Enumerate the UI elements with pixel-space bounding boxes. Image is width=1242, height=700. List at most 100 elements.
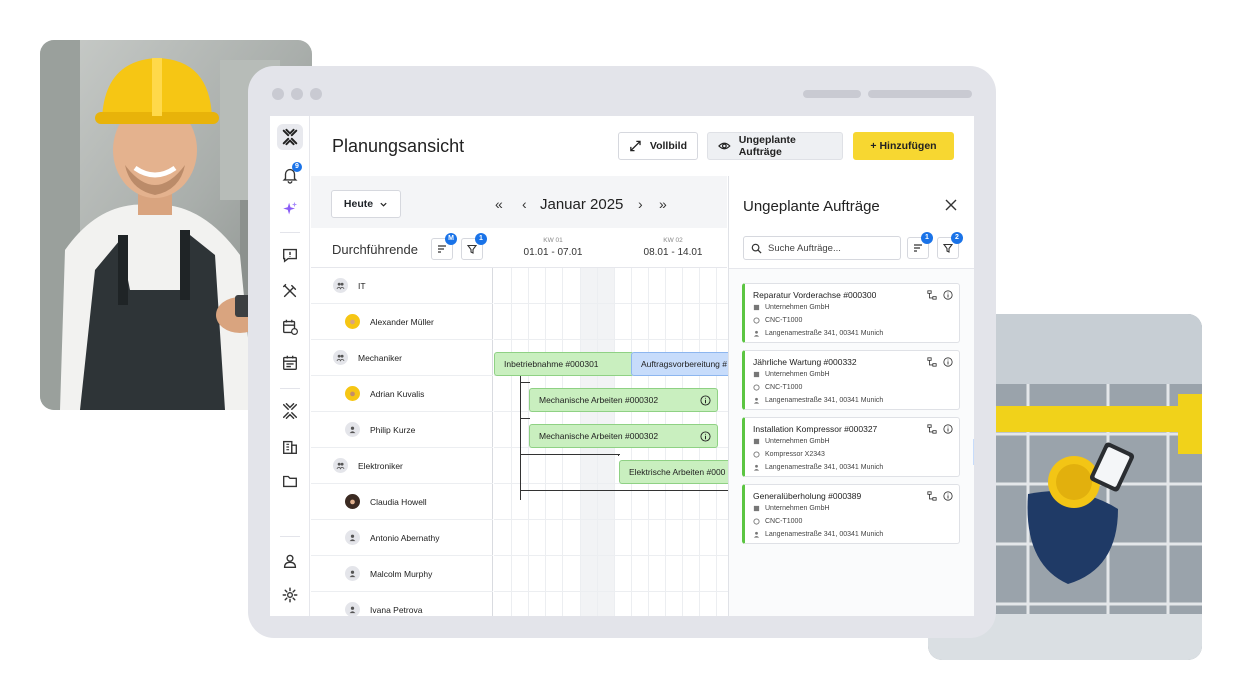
dependency-line xyxy=(520,418,530,419)
person-row[interactable]: Adrian Kuvalis xyxy=(311,376,493,412)
info-icon[interactable] xyxy=(943,290,953,300)
logo-icon[interactable] xyxy=(277,124,303,150)
asset-icon xyxy=(753,518,760,525)
sort-icon xyxy=(914,244,922,252)
person-row[interactable]: Claudia Howell xyxy=(311,484,493,520)
order-address: Langenamestraße 341, 00341 Munich xyxy=(765,330,884,337)
sidebar-divider xyxy=(280,232,300,233)
panel-sort-button[interactable]: 1 xyxy=(907,232,933,259)
calendar-icon[interactable] xyxy=(277,350,303,376)
week-number: KW 01 xyxy=(543,237,563,244)
order-card[interactable]: Generalüberholung #000389 Unternehmen Gm… xyxy=(742,484,960,544)
calendar-clock-icon[interactable] xyxy=(277,314,303,340)
filter-icon xyxy=(942,243,954,253)
task-label: Mechanische Arbeiten #000302 xyxy=(539,395,659,405)
resources-label: Durchführende xyxy=(332,242,418,257)
window-dot[interactable] xyxy=(272,88,284,100)
person-row[interactable]: Malcolm Murphy xyxy=(311,556,493,592)
resource-name: Philip Kurze xyxy=(370,424,416,435)
page-title: Planungsansicht xyxy=(332,136,465,156)
info-icon[interactable] xyxy=(943,491,953,501)
user-icon[interactable] xyxy=(277,548,303,574)
dependency-line xyxy=(520,382,530,383)
fullscreen-label: Vollbild xyxy=(649,140,687,152)
group-icon xyxy=(333,458,348,473)
info-icon[interactable] xyxy=(943,357,953,367)
gear-icon[interactable] xyxy=(277,582,303,608)
hierarchy-icon[interactable] xyxy=(927,357,937,367)
resource-name: Adrian Kuvalis xyxy=(370,388,425,399)
building-icon xyxy=(753,371,760,378)
sparkle-icon[interactable] xyxy=(277,196,303,222)
person-icon xyxy=(753,531,760,538)
person-row[interactable]: Philip Kurze xyxy=(311,412,493,448)
address-bar-placeholder xyxy=(803,90,861,98)
folder-icon[interactable] xyxy=(277,468,303,494)
resources-sort-button[interactable]: M xyxy=(431,233,457,260)
info-icon[interactable] xyxy=(700,395,711,406)
prev-month-icon[interactable]: « xyxy=(495,196,503,212)
info-icon[interactable] xyxy=(700,431,711,442)
resource-name: Alexander Müller xyxy=(370,316,434,327)
order-asset: Kompressor X2343 xyxy=(765,451,825,458)
task-label: Inbetriebnahme #000301 xyxy=(504,359,599,369)
user-icon xyxy=(345,566,360,581)
panel-filter-button[interactable]: 2 xyxy=(937,232,963,259)
bell-icon[interactable]: 9 xyxy=(277,162,303,188)
task-bar[interactable]: Mechanische Arbeiten #000302 xyxy=(529,424,718,448)
add-label: + Hinzufügen xyxy=(870,140,937,152)
hierarchy-icon[interactable] xyxy=(927,424,937,434)
next-week-icon[interactable]: › xyxy=(638,196,643,212)
resource-name: Antonio Abernathy xyxy=(370,532,440,543)
task-bar[interactable]: Auftragsvorbereitung # xyxy=(631,352,728,376)
grid-line xyxy=(494,519,728,520)
timeline-grid[interactable]: Inbetriebnahme #000301 Auftragsvorbereit… xyxy=(494,268,728,616)
prev-week-icon[interactable]: ‹ xyxy=(522,196,527,212)
order-title: Reparatur Vorderachse #000300 xyxy=(753,290,877,300)
order-asset: CNC-T1000 xyxy=(765,384,803,391)
add-button[interactable]: + Hinzufügen xyxy=(853,132,954,160)
person-row[interactable]: Antonio Abernathy xyxy=(311,520,493,556)
order-card-list: Reparatur Vorderachse #000300 Unternehme… xyxy=(729,268,974,616)
info-icon[interactable] xyxy=(943,424,953,434)
user-icon xyxy=(345,602,360,616)
group-row[interactable]: Elektroniker xyxy=(311,448,493,484)
fullscreen-button[interactable]: Vollbild xyxy=(618,132,698,160)
today-dropdown[interactable]: Heute xyxy=(331,190,401,218)
avatar xyxy=(345,386,360,401)
close-icon[interactable] xyxy=(944,198,958,212)
next-month-icon[interactable]: » xyxy=(659,196,667,212)
group-row[interactable]: Mechaniker xyxy=(311,340,493,376)
resources-filter-button[interactable]: 1 xyxy=(461,233,487,260)
window-dot[interactable] xyxy=(291,88,303,100)
search-placeholder: Suche Aufträge... xyxy=(768,242,841,254)
search-input[interactable]: Suche Aufträge... xyxy=(743,236,901,260)
task-bar[interactable]: Elektrische Arbeiten #000 xyxy=(619,460,728,484)
filter-icon xyxy=(466,244,478,254)
building-icon xyxy=(753,438,760,445)
window-dot[interactable] xyxy=(310,88,322,100)
grid-line xyxy=(494,339,728,340)
hierarchy-icon[interactable] xyxy=(927,491,937,501)
order-card[interactable]: Jährliche Wartung #000332 Unternehmen Gm… xyxy=(742,350,960,410)
order-card[interactable]: Reparatur Vorderachse #000300 Unternehme… xyxy=(742,283,960,343)
group-row[interactable]: IT xyxy=(311,268,493,304)
task-label: Mechanische Arbeiten #000302 xyxy=(539,431,659,441)
message-alert-icon[interactable] xyxy=(277,242,303,268)
building-icon[interactable] xyxy=(277,434,303,460)
asset-icon xyxy=(753,317,760,324)
person-row[interactable]: Alexander Müller xyxy=(311,304,493,340)
dependency-line xyxy=(520,364,521,500)
dependency-line xyxy=(618,454,619,456)
month-label: Januar 2025 xyxy=(540,196,624,213)
person-row[interactable]: Ivana Petrova xyxy=(311,592,493,616)
hierarchy-icon[interactable] xyxy=(927,290,937,300)
unplanned-orders-button[interactable]: Ungeplante Aufträge xyxy=(707,132,843,160)
tools-icon[interactable] xyxy=(277,278,303,304)
order-card[interactable]: Installation Kompressor #000327 Unterneh… xyxy=(742,417,960,477)
grid-line xyxy=(494,303,728,304)
task-bar[interactable]: Inbetriebnahme #000301 xyxy=(494,352,634,376)
task-bar[interactable]: Mechanische Arbeiten #000302 xyxy=(529,388,718,412)
logo-mark-icon[interactable] xyxy=(277,398,303,424)
resource-name: Malcolm Murphy xyxy=(370,568,433,579)
